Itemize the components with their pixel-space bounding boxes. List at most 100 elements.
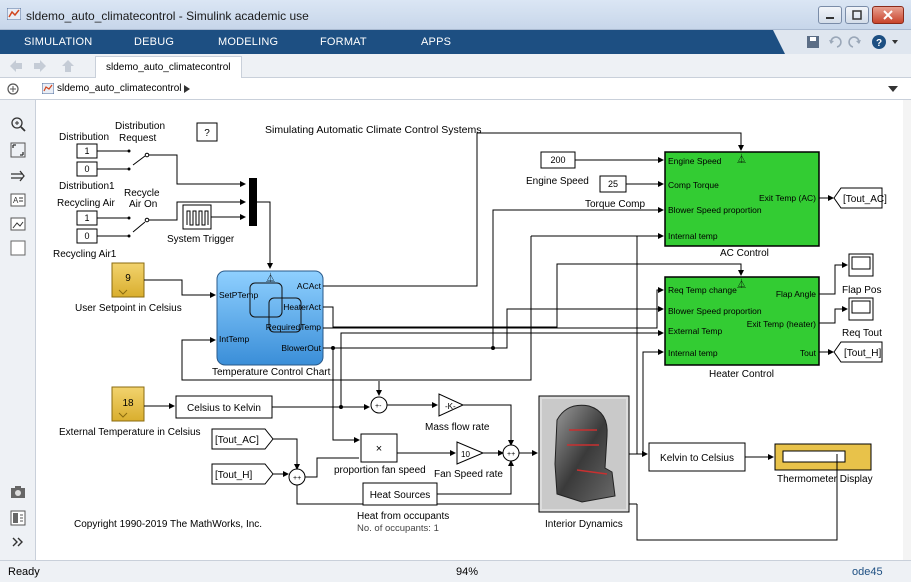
address-dropdown-icon[interactable]: [888, 86, 898, 92]
ac-control-label: AC Control: [720, 248, 769, 259]
area-icon[interactable]: [10, 240, 26, 256]
menu-apps[interactable]: APPS: [421, 36, 451, 48]
model-canvas[interactable]: Simulating Automatic Climate Control Sys…: [37, 100, 903, 560]
ac-port-exit-temp: Exit Temp (AC): [759, 193, 816, 203]
vertical-scrollbar[interactable]: [903, 100, 911, 560]
status-bar: Ready 94% ode45: [0, 560, 911, 582]
from-tout-h-label: [Tout_H]: [215, 470, 252, 481]
chart-port-setptemp: SetPTemp: [219, 290, 258, 300]
maximize-button[interactable]: [845, 6, 869, 24]
sum-mass-flow-signs: +-: [375, 403, 382, 410]
expand-icon[interactable]: [10, 534, 26, 550]
model-title: Simulating Automatic Climate Control Sys…: [265, 124, 482, 136]
heat-from-occupants-label: Heat from occupants: [357, 511, 449, 522]
title-bar: sldemo_auto_climatecontrol - Simulink ac…: [0, 0, 911, 30]
mux-block[interactable]: [249, 178, 257, 226]
user-setpoint-label: User Setpoint in Celsius: [75, 303, 182, 314]
image-icon[interactable]: [10, 216, 26, 232]
torque-comp-value: 25: [608, 179, 618, 189]
mass-flow-rate-label: Mass flow rate: [425, 422, 490, 433]
fit-to-view-icon[interactable]: [10, 142, 26, 158]
navigation-bar: sldemo_auto_climatecontrol: [0, 54, 911, 78]
ac-port-blower-speed: Blower Speed proportion: [668, 205, 762, 215]
breadcrumb-arrow-icon[interactable]: [184, 85, 190, 93]
help-block-label: ?: [204, 128, 210, 139]
up-arrow-icon[interactable]: [62, 60, 74, 72]
palette-toolbar: A: [0, 100, 36, 560]
model-browser-icon[interactable]: [10, 510, 26, 526]
distribution-const-1-value: 1: [84, 146, 89, 156]
from-tout-ac-label: [Tout_AC]: [215, 435, 259, 446]
minimize-button[interactable]: [818, 6, 842, 24]
solver-link[interactable]: ode45: [852, 566, 883, 578]
help-icon[interactable]: ?: [872, 35, 886, 49]
kelvin-to-celsius-label: Kelvin to Celsius: [660, 453, 734, 464]
heater-control-trigger-icon: ⏅: [737, 278, 746, 289]
menu-modeling[interactable]: MODELING: [218, 36, 278, 48]
user-setpoint-value: 9: [125, 273, 131, 284]
zoom-icon[interactable]: [10, 116, 26, 132]
minimize-icon: [826, 17, 834, 19]
simulink-app-icon: [7, 8, 21, 20]
back-arrow-icon[interactable]: [10, 60, 22, 72]
maximize-icon: [852, 10, 862, 20]
svg-text:A: A: [13, 196, 19, 205]
recycle-label-2: Air On: [129, 199, 157, 210]
menu-bar: SIMULATION DEBUG MODELING FORMAT APPS ?: [0, 30, 911, 54]
recycling-const-1-value: 1: [84, 213, 89, 223]
heater-port-blower: Blower Speed proportion: [668, 306, 762, 316]
chart-port-heateract: HeaterAct: [283, 302, 321, 312]
save-icon[interactable]: [807, 36, 819, 48]
sum-interior-signs: ++: [507, 451, 515, 458]
distribution-request-label-2: Request: [119, 133, 156, 144]
annotation-icon[interactable]: A: [10, 192, 26, 208]
breadcrumb[interactable]: sldemo_auto_climatecontrol: [57, 83, 182, 94]
product-symbol: ×: [376, 443, 382, 455]
camera-icon[interactable]: [10, 484, 26, 500]
block-diagram: Simulating Automatic Climate Control Sys…: [53, 121, 887, 541]
fan-speed-rate-label: Fan Speed rate: [434, 469, 503, 480]
model-icon: [42, 83, 54, 94]
close-button[interactable]: [872, 6, 904, 24]
hide-explorer-icon[interactable]: [6, 82, 20, 96]
menu-debug[interactable]: DEBUG: [134, 36, 174, 48]
chart-port-requiredtemp: RequiredTemp: [266, 322, 322, 332]
heater-port-req-temp: Req Temp change: [668, 285, 737, 295]
status-text: Ready: [8, 566, 40, 578]
tab-model[interactable]: sldemo_auto_climatecontrol: [95, 56, 242, 78]
arrow-right-icon[interactable]: [10, 168, 26, 184]
proportion-fan-speed-label: proportion fan speed: [334, 465, 426, 476]
distribution1-label: Distribution1: [59, 181, 115, 192]
chart-label: Temperature Control Chart: [212, 367, 331, 378]
thermometer-display-label: Thermometer Display: [777, 474, 873, 485]
engine-speed-value: 200: [550, 155, 565, 165]
gain-10-label: 10: [461, 450, 470, 459]
heater-port-external: External Temp: [668, 326, 722, 336]
distribution-const-0-value: 0: [84, 164, 89, 174]
close-icon: [883, 10, 893, 20]
external-temp-value: 18: [122, 398, 134, 409]
ac-port-comp-torque: Comp Torque: [668, 180, 719, 190]
torque-comp-label: Torque Comp: [585, 199, 645, 210]
system-trigger-label: System Trigger: [167, 234, 235, 245]
menu-format[interactable]: FORMAT: [320, 36, 367, 48]
window-title: sldemo_auto_climatecontrol - Simulink ac…: [26, 9, 309, 23]
quick-access-toolbar: ?: [773, 30, 911, 54]
address-bar: sldemo_auto_climatecontrol: [0, 78, 911, 100]
recycling-const-0-value: 0: [84, 231, 89, 241]
engine-speed-label: Engine Speed: [526, 176, 589, 187]
flap-pos-label: Flap Pos: [842, 285, 881, 296]
recycling-air1-label: Recycling Air1: [53, 249, 117, 260]
distribution-label: Distribution: [59, 132, 109, 143]
zoom-level: 94%: [456, 566, 479, 578]
recycling-switch[interactable]: [132, 221, 146, 233]
distribution-switch[interactable]: [132, 155, 146, 166]
menu-simulation[interactable]: SIMULATION: [24, 36, 92, 48]
interior-dynamics-label: Interior Dynamics: [545, 519, 623, 530]
heater-port-exit-temp: Exit Temp (heater): [747, 319, 816, 329]
heater-port-internal: Internal temp: [668, 348, 718, 358]
ac-control-trigger-icon: ⏅: [737, 153, 746, 164]
forward-arrow-icon[interactable]: [34, 60, 46, 72]
ac-port-internal-temp: Internal temp: [668, 231, 718, 241]
goto-tout-ac-label: [Tout_AC]: [843, 194, 887, 205]
